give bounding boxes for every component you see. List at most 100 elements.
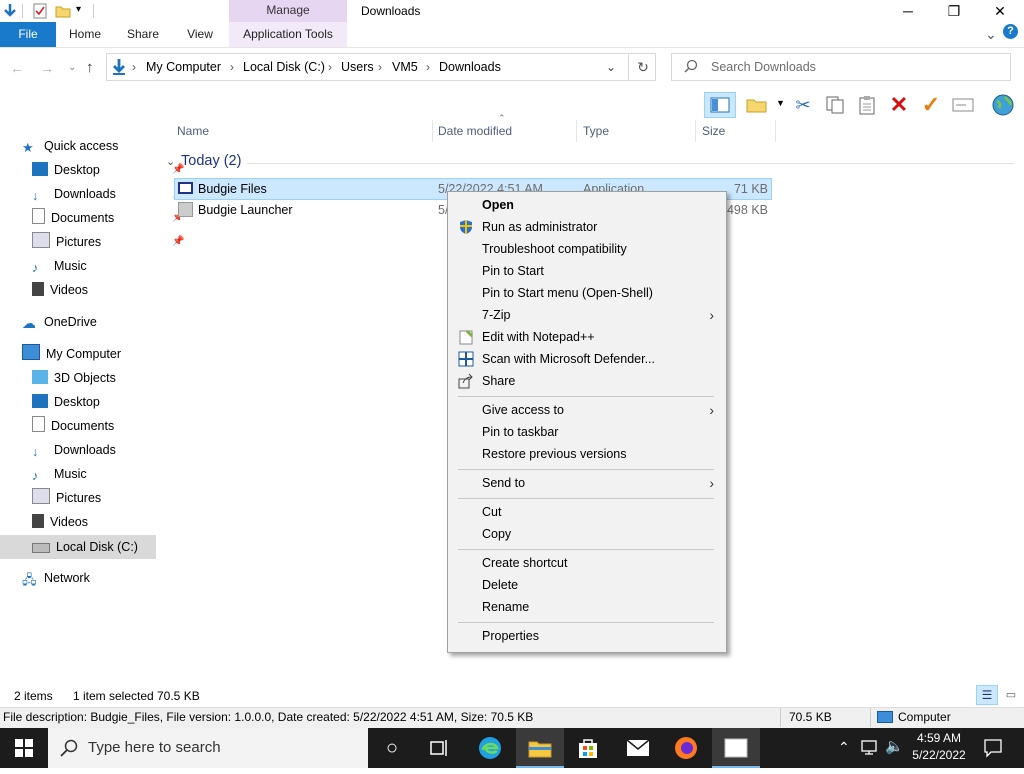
tab-view[interactable]: View (177, 22, 223, 47)
globe-icon[interactable] (990, 92, 1016, 118)
nav-pictures[interactable]: Pictures (32, 486, 101, 510)
menu-item-delete[interactable]: Delete (448, 574, 726, 596)
large-icons-view-icon[interactable]: ▭ (1002, 685, 1020, 705)
help-icon[interactable]: ? (1003, 24, 1018, 39)
nav-3d-objects[interactable]: 3D Objects (32, 366, 116, 390)
menu-item-pin-to-start[interactable]: Pin to Start (448, 260, 726, 282)
breadcrumb-downloads[interactable]: Downloads (439, 53, 501, 81)
back-arrow-icon[interactable]: ← (10, 60, 24, 76)
ribbon-expand-icon[interactable]: ⌄ (985, 26, 997, 43)
rename-check-icon[interactable]: ✓ (918, 92, 944, 118)
menu-item-copy[interactable]: Copy (448, 523, 726, 545)
menu-item-rename[interactable]: Rename (448, 596, 726, 618)
status-selected-size: 70.5 KB (157, 689, 200, 703)
start-button[interactable] (0, 728, 48, 768)
store-icon[interactable] (564, 728, 612, 768)
nav-quick-access[interactable]: ★ Quick access (22, 134, 118, 158)
delete-x-icon[interactable]: ✕ (886, 92, 912, 118)
new-folder-icon[interactable] (55, 3, 71, 19)
file-explorer-icon[interactable] (516, 728, 564, 768)
nav-onedrive[interactable]: ☁ OneDrive (22, 310, 97, 334)
menu-item-troubleshoot-compatibility[interactable]: Troubleshoot compatibility (448, 238, 726, 260)
menu-item-give-access-to[interactable]: Give access to › (448, 399, 726, 421)
menu-item-7zip[interactable]: 7-Zip › (448, 304, 726, 326)
nav-desktop[interactable]: Desktop (32, 390, 100, 414)
nav-music[interactable]: ♪ Music (32, 462, 87, 486)
column-size[interactable]: Size (702, 120, 725, 142)
down-arrow-icon[interactable] (2, 3, 18, 19)
nav-quick-pictures[interactable]: Pictures 📌 (32, 230, 184, 254)
clock-time[interactable]: 4:59 AM (911, 731, 967, 745)
breadcrumb-users[interactable]: Users (341, 53, 374, 81)
menu-item-pin-to-start-open-shell[interactable]: Pin to Start menu (Open-Shell) (448, 282, 726, 304)
menu-item-restore-previous-versions[interactable]: Restore previous versions (448, 443, 726, 465)
breadcrumb-local-disk[interactable]: Local Disk (C:) (243, 53, 325, 81)
nav-local-disk[interactable]: Local Disk (C:) (32, 535, 138, 559)
up-arrow-icon[interactable]: ↑ (86, 59, 94, 76)
maximize-button[interactable]: ❐ (931, 0, 977, 22)
paste-icon[interactable] (854, 92, 880, 118)
column-name[interactable]: Name (177, 120, 209, 142)
breadcrumb-my-computer[interactable]: My Computer (146, 53, 221, 81)
menu-item-open[interactable]: Open (448, 194, 726, 216)
nav-quick-videos[interactable]: Videos (32, 278, 88, 302)
breadcrumb-vm5[interactable]: VM5 (392, 53, 418, 81)
menu-item-create-shortcut[interactable]: Create shortcut (448, 552, 726, 574)
nav-documents[interactable]: Documents (32, 414, 114, 438)
menu-item-scan-with-defender[interactable]: Scan with Microsoft Defender... (448, 348, 726, 370)
column-date-modified[interactable]: Date modified (438, 120, 512, 142)
forward-arrow-icon[interactable]: → (40, 60, 54, 76)
menu-item-edit-with-notepad-plus-plus[interactable]: Edit with Notepad++ (448, 326, 726, 348)
mail-icon[interactable] (614, 728, 662, 768)
menu-item-run-as-administrator[interactable]: Run as administrator (448, 216, 726, 238)
window-title: Downloads (361, 4, 421, 18)
clock-date[interactable]: 5/22/2022 (905, 748, 973, 762)
close-button[interactable]: ✕ (977, 0, 1023, 22)
launcher-app-icon (178, 202, 193, 217)
nav-quick-music[interactable]: ♪ Music (32, 254, 87, 278)
refresh-icon[interactable]: ↻ (628, 53, 657, 81)
scissors-icon[interactable]: ✂ (790, 92, 816, 118)
address-dropdown-icon[interactable]: ⌄ (606, 60, 616, 74)
recent-locations-icon[interactable]: ⌄ (68, 62, 76, 73)
menu-item-share[interactable]: Share (448, 370, 726, 392)
details-view-icon[interactable]: ☰ (976, 685, 998, 705)
tab-application-tools[interactable]: Application Tools (229, 22, 347, 47)
nav-network[interactable]: 🖧 Network (22, 566, 90, 590)
copy-icon[interactable] (822, 92, 848, 118)
show-hidden-icons-chevron[interactable]: ⌃ (838, 739, 850, 756)
preview-pane-icon[interactable] (704, 92, 736, 118)
group-collapse-icon[interactable]: ⌄ (166, 155, 175, 168)
edge-icon[interactable] (466, 728, 514, 768)
qa-customize-icon[interactable]: ▾ (76, 4, 81, 15)
folder-dropdown-icon[interactable]: ▼ (776, 98, 785, 108)
nav-quick-downloads[interactable]: ↓Downloads📌 (32, 182, 184, 206)
menu-item-cut[interactable]: Cut (448, 501, 726, 523)
properties-folder-icon[interactable] (744, 92, 770, 118)
firefox-icon[interactable] (662, 728, 710, 768)
menu-item-send-to[interactable]: Send to › (448, 472, 726, 494)
menu-item-properties[interactable]: Properties (448, 625, 726, 647)
minimize-button[interactable]: ─ (885, 0, 931, 22)
nav-quick-desktop[interactable]: Desktop 📌 (32, 158, 184, 182)
tab-file[interactable]: File (0, 22, 56, 47)
nav-my-computer[interactable]: My Computer (22, 342, 121, 366)
cortana-icon[interactable]: ○ (368, 728, 416, 768)
volume-icon[interactable]: 🔈 (885, 737, 904, 755)
budgie-app-taskbar-icon[interactable] (712, 728, 760, 768)
notifications-icon[interactable] (983, 738, 1003, 761)
menu-item-pin-to-taskbar[interactable]: Pin to taskbar (448, 421, 726, 443)
tab-share[interactable]: Share (120, 22, 166, 47)
nav-videos[interactable]: Videos (32, 510, 88, 534)
tab-home[interactable]: Home (62, 22, 108, 47)
properties-check-icon[interactable] (32, 3, 48, 19)
task-view-icon[interactable] (416, 728, 464, 768)
downloads-icon: ↓ (32, 445, 39, 459)
nav-quick-documents[interactable]: Documents 📌 (32, 206, 184, 230)
network-status-icon[interactable] (861, 738, 881, 759)
nav-downloads[interactable]: ↓ Downloads (32, 438, 116, 462)
column-type[interactable]: Type (583, 120, 609, 142)
rename-box-icon[interactable] (950, 92, 976, 118)
group-header-today[interactable]: Today (2) (181, 153, 241, 169)
desktop-icon (32, 162, 48, 176)
